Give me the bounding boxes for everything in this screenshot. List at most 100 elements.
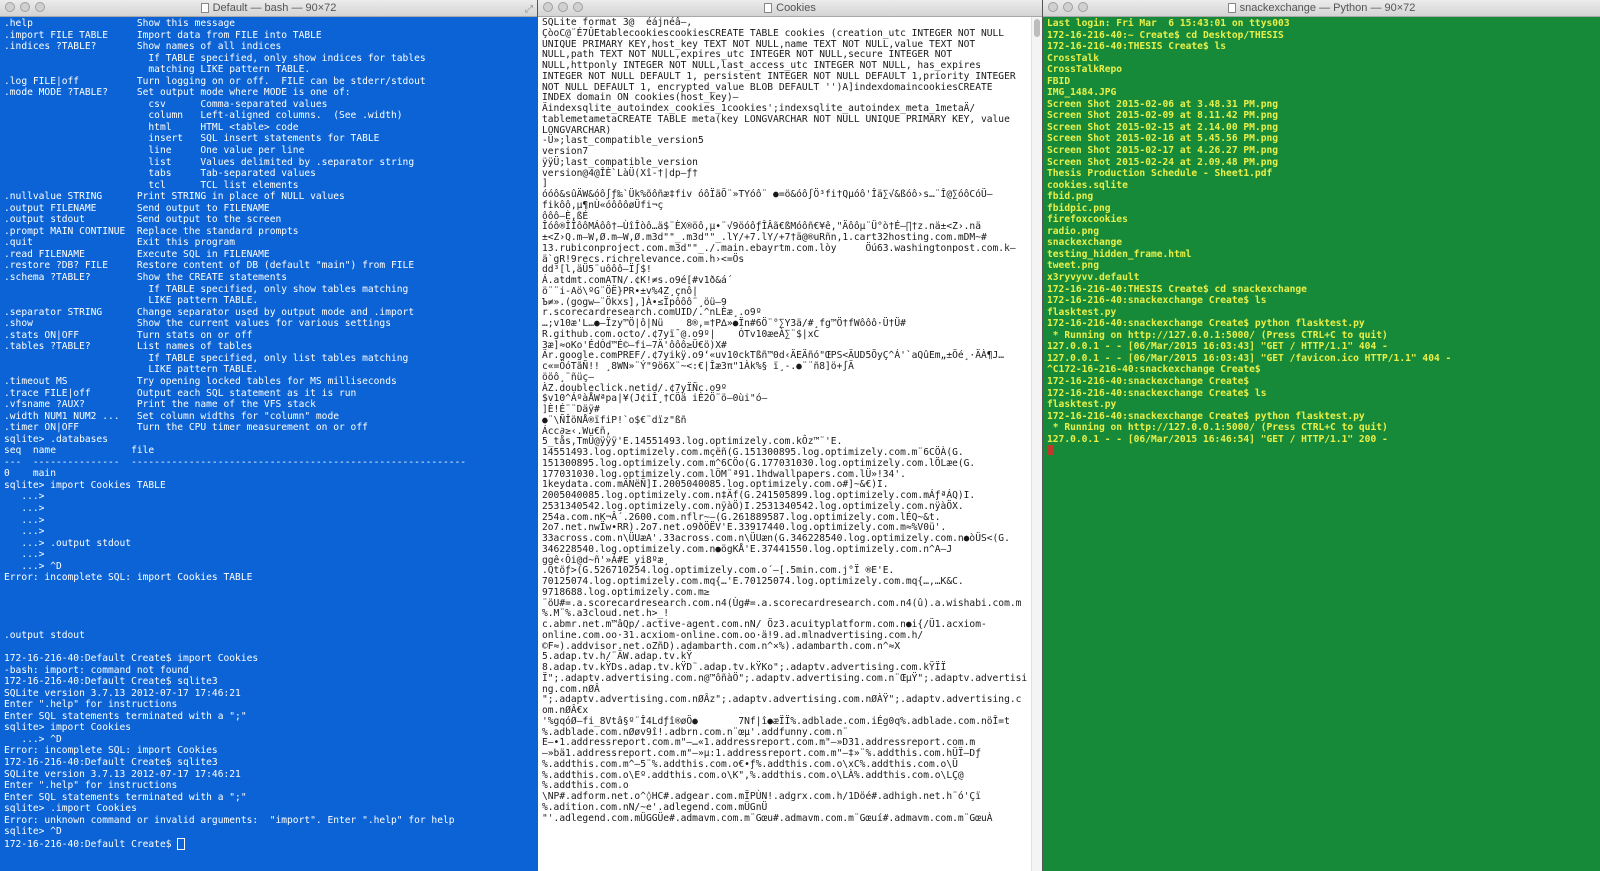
terminal-line: .help Show this message: [4, 18, 236, 29]
terminal-line: 127.0.0.1 - - [06/Mar/2015 16:46:54] "GE…: [1047, 433, 1388, 445]
terminal-line: 172-16-216-40:snackexchange Create$ pyth…: [1047, 410, 1365, 422]
terminal-line: .vfsname ?AUX? Print the name of the VFS…: [4, 399, 316, 411]
vertical-scrollbar[interactable]: [1031, 17, 1042, 871]
zoom-button[interactable]: [35, 2, 45, 12]
terminal-line: ...> .output stdout: [4, 537, 132, 549]
terminal-line: 127.0.0.1 - - [06/Mar/2015 16:03:43] "GE…: [1047, 341, 1388, 353]
terminal-line: SQLite version 3.7.13 2012-07-17 17:46:2…: [4, 687, 241, 699]
window-title: snackexchange — Python — 90×72: [1239, 2, 1416, 14]
bash-terminal-content[interactable]: .help Show this message .import FILE TAB…: [0, 17, 537, 871]
terminal-line: 2o7.net.nwÏw•RR).2o7.net.o9ðÖËV'E.339174…: [542, 522, 947, 534]
terminal-line: ...>: [4, 491, 45, 503]
terminal-line: Screen Shot 2015-02-09 at 8.11.42 PM.png: [1047, 110, 1279, 122]
folder-icon: [200, 3, 209, 13]
terminal-line: Á.atdmt.comATN/.¢K!≠s.o9é[#v1ð&á´: [542, 275, 733, 286]
bash-titlebar[interactable]: Default — bash — 90×72 ⤢: [0, 0, 537, 17]
terminal-line: ...>: [4, 502, 45, 514]
minimize-button[interactable]: [558, 2, 568, 12]
window-controls[interactable]: [543, 2, 583, 12]
python-titlebar[interactable]: snackexchange — Python — 90×72: [1043, 0, 1600, 17]
terminal-line: SQLite version 3.7.13 2012-07-17 17:46:2…: [4, 768, 241, 780]
terminal-line: 127.0.0.1 - - [06/Mar/2015 16:03:43] "GE…: [1047, 352, 1452, 364]
terminal-line: 70125074.log.optimizely.com.mq{…'E.70125…: [542, 576, 964, 587]
python-terminal-content[interactable]: Last login: Fri Mar 6 15:43:01 on ttys00…: [1043, 17, 1600, 871]
python-terminal-window[interactable]: snackexchange — Python — 90×72 Last logi…: [1043, 0, 1600, 871]
terminal-line: tcl TCL list elements: [4, 179, 299, 191]
terminal-line: Screen Shot 2015-02-06 at 3.48.31 PM.png: [1047, 98, 1279, 110]
terminal-line: flasktest.py: [1047, 399, 1117, 411]
terminal-line: NULL,httponly INTEGER NOT NULL,last_acce…: [542, 60, 981, 71]
terminal-line: Enter ".help" for instructions: [4, 699, 178, 711]
python-terminal-output[interactable]: Last login: Fri Mar 6 15:43:01 on ttys00…: [1043, 17, 1600, 458]
terminal-line: ö¨¨i-Aö\ºG¨ÖË}PR•±v%4Z¸çnô|: [542, 285, 698, 297]
cookies-titlebar[interactable]: Cookies: [538, 0, 1042, 17]
minimize-button[interactable]: [1063, 2, 1073, 12]
terminal-line: 172-16-216-40:snackexchange Create$ ls: [1047, 295, 1267, 307]
terminal-line: c.abmr.net.m™âQp/.active-agent.com.nN/ Ö…: [542, 619, 987, 630]
terminal-line: Ъ≠».(gogw–¨Ökxs],]À•≤Ïpôôô¨¸öü–9: [542, 296, 727, 308]
cookies-text-area[interactable]: SQLite format 3@ éájnéâ–, ÇòoC@¨É7ÛEtabl…: [538, 17, 1042, 871]
terminal-line: %.M¨%.a3cloud.net.h>_!: [542, 608, 670, 620]
terminal-line: ä`gR!9recs.richrelevance.com.h›<=Ös: [542, 253, 745, 265]
terminal-line: online.com.oo·31.acxiom-online.com.oo·ä!…: [542, 629, 924, 641]
terminal-line: Screen Shot 2015-02-15 at 2.14.00 PM.png: [1047, 121, 1279, 133]
zoom-button[interactable]: [1078, 2, 1088, 12]
terminal-line: snackexchange: [1047, 237, 1123, 249]
minimize-button[interactable]: [20, 2, 30, 12]
close-button[interactable]: [1048, 2, 1058, 12]
terminal-line: Screen Shot 2015-02-17 at 4.26.27 PM.png: [1047, 145, 1279, 157]
terminal-line: %.addthis.com.o\Eº.addthis.com.o\K",%.ad…: [542, 769, 964, 781]
scrollbar-thumb[interactable]: [1034, 19, 1040, 37]
terminal-line: .timeout MS Try opening locked tables fo…: [4, 375, 397, 387]
terminal-line: If TABLE specified, only list tables mat…: [4, 352, 409, 364]
terminal-line: ÀZ.doubleclick.netid/.¢7yÏÑc.o9º: [542, 382, 727, 394]
terminal-line: Enter ".help" for instructions: [4, 780, 178, 792]
terminal-line: 5.adap.tv.h/¨ÄW.adap.tv.kŸ: [542, 651, 693, 663]
document-icon: [764, 3, 773, 13]
bash-terminal-window[interactable]: Default — bash — 90×72 ⤢ .help Show this…: [0, 0, 537, 871]
terminal-line: om.nØÂ€x: [542, 705, 589, 716]
terminal-line: 346228540.log.optimizely.com.n●ögKÅ'E.37…: [542, 543, 953, 555]
terminal-line: list Values delimited by .separator stri…: [4, 156, 415, 168]
terminal-line: Error: incomplete SQL: import Cookies: [4, 745, 218, 757]
terminal-line: ng.com.nØÂ: [542, 683, 600, 695]
terminal-line: insert SQL insert statements for TABLE: [4, 133, 380, 145]
terminal-line: .separator STRING Change separator used …: [4, 306, 415, 318]
terminal-line: 9718688.log.optimizely.com.m≥: [542, 586, 710, 598]
terminal-line: Enter SQL statements terminated with a "…: [4, 791, 247, 803]
terminal-line: fikôô,µ¶nÙ«óôôôøÜfi¬ç: [542, 199, 664, 211]
close-button[interactable]: [5, 2, 15, 12]
terminal-line: ÇòoC@¨É7ÛEtablecookiescookiesCREATE TABL…: [542, 27, 1005, 39]
terminal-line: IMG_1484.JPG: [1047, 87, 1117, 99]
terminal-line: .output FILENAME Send output to FILENAME: [4, 202, 270, 214]
terminal-line: tabs Tab-separated values: [4, 168, 316, 180]
zoom-button[interactable]: [573, 2, 583, 12]
terminal-line: ...>: [4, 514, 45, 526]
cookies-file-contents[interactable]: SQLite format 3@ éájnéâ–, ÇòoC@¨É7ÛEtabl…: [538, 17, 1042, 825]
terminal-line: 5_tås,TmÜ@ÿÿÿ'E.14551493.log.optimizely.…: [542, 436, 843, 448]
terminal-line: --- --------------- --------------------…: [4, 456, 467, 468]
terminal-line: column Left-aligned columns. (See .width…: [4, 110, 403, 122]
terminal-line: ●¨\ÑÎöNÅ®ïfiP!`o$€¨dïz"ßñ: [542, 414, 687, 426]
window-controls[interactable]: [1048, 2, 1088, 12]
terminal-line: -bash: import: command not found: [4, 664, 189, 676]
cookies-editor-window[interactable]: Cookies SQLite format 3@ éájnéâ–, ÇòoC@¨…: [538, 0, 1042, 871]
terminal-line: FBID: [1047, 75, 1071, 87]
terminal-line: ...>: [4, 526, 45, 538]
fullscreen-icon[interactable]: ⤢: [525, 2, 533, 18]
terminal-line: 172-16-216-40:snackexchange Create$: [1047, 375, 1250, 387]
terminal-line: SQLite format 3@ éájnéâ–,: [542, 17, 693, 28]
terminal-line: * Running on http://127.0.0.1:5000/ (Pre…: [1047, 329, 1388, 341]
window-controls[interactable]: [5, 2, 45, 12]
bash-terminal-output[interactable]: .help Show this message .import FILE TAB…: [0, 17, 537, 851]
terminal-line: ";.adaptv.advertising.com.nØÂz";.adaptv.…: [542, 694, 1022, 706]
terminal-line: .show Show the current values for variou…: [4, 318, 391, 330]
terminal-line: .stats ON|OFF Turn stats on or off: [4, 329, 253, 341]
terminal-line: .schema ?TABLE? Show the CREATE statemen…: [4, 272, 288, 284]
close-button[interactable]: [543, 2, 553, 12]
terminal-line: UNIQUE PRIMARY KEY,host_key TEXT NOT NUL…: [542, 38, 976, 50]
terminal-line: Äindexsqlite_autoindex_cookies_1cookies'…: [542, 103, 976, 114]
terminal-line: …;v10æ'L…●–Ïzy™Ö|ô|Nü 8®,=†P∆»●Ïn#6Ö¨°∑Y…: [542, 318, 906, 329]
terminal-line: 172-16-216-40:snackexchange Create$ pyth…: [1047, 318, 1365, 330]
terminal-line: 2531340542.log.optimizely.com.nÿàÖ)I.253…: [542, 500, 964, 512]
